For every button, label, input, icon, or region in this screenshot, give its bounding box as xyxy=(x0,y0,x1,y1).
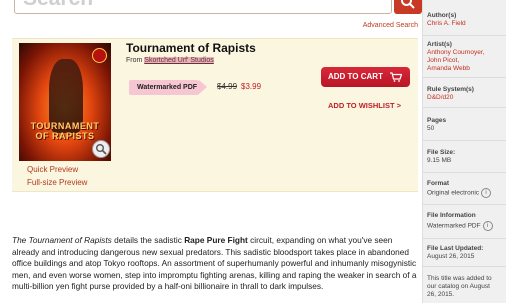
advanced-search-link[interactable]: Advanced Search xyxy=(363,22,418,29)
file-size-label: File Size: xyxy=(427,149,456,156)
file-info-label: File Information xyxy=(427,212,476,219)
sidebar-file-size: File Size: 9.15 MB xyxy=(423,141,506,173)
fullsize-preview-link[interactable]: Full-size Preview xyxy=(27,178,87,187)
authors-label: Author(s) xyxy=(427,12,457,19)
info-icon[interactable]: i xyxy=(482,221,493,231)
pages-value: 50 xyxy=(427,125,435,132)
cart-icon xyxy=(390,72,402,82)
added-note-line: 26, 2015. xyxy=(427,291,455,298)
cover-logo xyxy=(92,48,107,63)
sidebar-last-updated: File Last Updated: August 26, 2015 xyxy=(423,239,506,267)
sidebar-pages: Pages 50 xyxy=(423,108,506,141)
last-updated-label: File Last Updated: xyxy=(427,245,484,252)
file-size-value: 9.15 MB xyxy=(427,157,452,164)
sidebar-added-note: This title was added to our catalog on A… xyxy=(423,267,506,303)
format-text: Original electronic xyxy=(427,189,480,197)
add-to-cart-label: ADD TO CART xyxy=(328,72,383,81)
info-icon[interactable]: i xyxy=(481,188,492,198)
sidebar-file-info: File Information Watermarked PDF i xyxy=(423,205,506,239)
add-to-wishlist-link[interactable]: ADD TO WISHLIST > xyxy=(328,101,401,110)
search-button[interactable] xyxy=(394,0,422,14)
author-link[interactable]: Chris A. Field xyxy=(427,20,466,28)
artists-label: Artist(s) xyxy=(427,41,452,48)
artist-link[interactable]: Amanda Webb xyxy=(427,65,470,73)
search-input[interactable]: Search xyxy=(14,0,392,14)
publisher-line: From Skortched Urf' Studios xyxy=(126,57,214,64)
format-value: Original electronic i xyxy=(427,188,492,198)
format-badge[interactable]: Watermarked PDF xyxy=(129,80,207,95)
format-label: Format xyxy=(427,180,450,187)
last-updated-value: August 26, 2015 xyxy=(427,253,475,260)
description-text-1: details the sadistic xyxy=(111,235,185,245)
added-note-line: This title was added to xyxy=(427,275,492,282)
sidebar-rule-system: Rule System(s) D&D/d20 xyxy=(423,78,506,108)
file-info-text: Watermarked PDF xyxy=(427,222,481,230)
artist-link[interactable]: John Picot, xyxy=(427,57,459,65)
file-info-value: Watermarked PDF i xyxy=(427,221,493,231)
product-info-sidebar: Author(s) Chris A. Field Artist(s) Antho… xyxy=(422,0,506,303)
product-panel: TOURNAMENT OF RAPISTS Quick Preview Full… xyxy=(12,38,418,192)
add-to-cart-button[interactable]: ADD TO CART xyxy=(321,67,410,87)
rule-system-label: Rule System(s) xyxy=(427,86,474,93)
sale-price: $3.99 xyxy=(241,82,262,91)
from-label: From xyxy=(126,57,143,64)
search-placeholder: Search xyxy=(23,0,93,11)
sidebar-format: Format Original electronic i xyxy=(423,173,506,205)
product-title: Tournament of Rapists xyxy=(126,41,256,55)
description-title: The Tournament of Rapists xyxy=(12,235,112,245)
added-note-line: our catalog on August xyxy=(427,283,490,290)
description-bold: Rape Pure Fight xyxy=(184,235,248,245)
product-description: The Tournament of Rapists details the sa… xyxy=(12,235,420,293)
old-price: $4.99 xyxy=(217,82,238,91)
quick-preview-link[interactable]: Quick Preview xyxy=(27,165,78,174)
sidebar-authors: Author(s) Chris A. Field xyxy=(423,0,506,36)
artist-link[interactable]: Anthony Cournoyer, xyxy=(427,49,484,57)
main-content: Search Advanced Search TOURNAMENT OF RAP… xyxy=(0,0,422,303)
search-icon xyxy=(401,0,415,9)
cover-title: TOURNAMENT OF RAPISTS xyxy=(30,121,100,141)
zoom-icon[interactable] xyxy=(92,140,110,158)
sidebar-artists: Artist(s) Anthony Cournoyer, John Picot,… xyxy=(423,36,506,78)
pages-label: Pages xyxy=(427,117,447,124)
publisher-link[interactable]: Skortched Urf' Studios xyxy=(144,57,214,64)
rule-system-link[interactable]: D&D/d20 xyxy=(427,94,453,102)
